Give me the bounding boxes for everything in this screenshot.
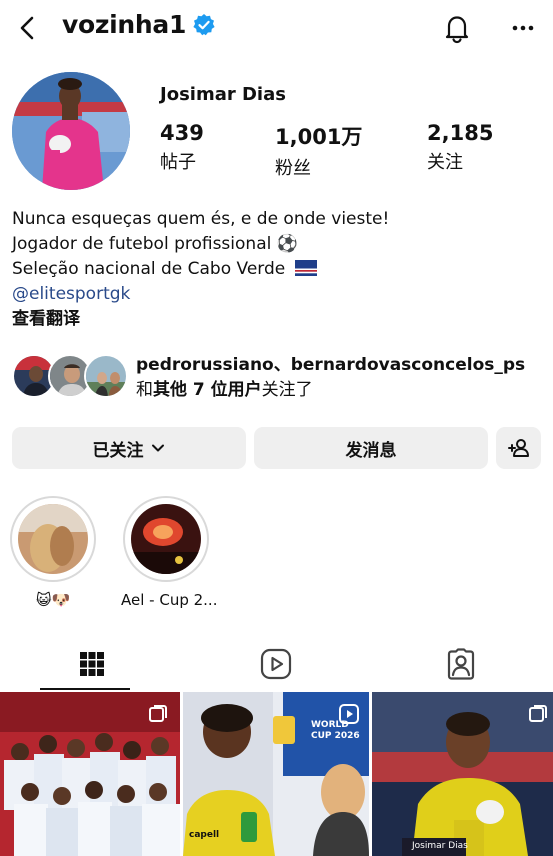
back-arrow-icon[interactable] [14, 14, 42, 42]
following-stat[interactable]: 2,185 关注 [427, 121, 493, 174]
verified-badge-icon [193, 13, 215, 35]
active-tab-indicator [40, 688, 130, 690]
post-thumbnail[interactable]: WORLD CUP 2026 capell [183, 692, 369, 856]
see-translation-link[interactable]: 查看翻译 [12, 307, 389, 332]
highlight-cover [18, 504, 88, 574]
bio-line-1: Nunca esqueças quem és, e de onde vieste… [12, 209, 390, 229]
bio-link[interactable]: @elitesportgk [12, 282, 389, 307]
chevron-down-icon [151, 444, 164, 452]
highlight-label: Ael - Cup 2... [121, 591, 218, 609]
story-highlight[interactable]: Ael - Cup 2... [121, 496, 218, 609]
followed-by-names: pedrorussiano、bernardovasconcelos_ps [136, 355, 526, 375]
username: vozinha1 [62, 10, 187, 39]
profile-avatar[interactable] [12, 72, 130, 190]
username-header: vozinha1 [62, 10, 216, 39]
bio-line-2: Jogador de futebol profissional ⚽ [12, 234, 298, 254]
multi-post-icon [529, 705, 547, 722]
followers-count: 1,001万 [275, 125, 363, 149]
message-button[interactable]: 发消息 [254, 427, 488, 469]
followed-by-prefix: 和 [136, 380, 153, 400]
post-thumbnail[interactable]: Josimar Dias [372, 692, 553, 856]
highlight-ring [10, 496, 96, 582]
tab-tagged[interactable] [369, 636, 553, 692]
grid-icon [80, 652, 104, 676]
following-button[interactable]: 已关注 [12, 427, 246, 469]
add-user-button[interactable] [496, 427, 541, 469]
reels-icon [260, 648, 292, 680]
followed-by[interactable]: pedrorussiano、bernardovasconcelos_ps 和其他… [12, 352, 542, 402]
bio-line-3: Seleção nacional de Cabo Verde [12, 257, 389, 282]
follower-avatar [84, 354, 128, 398]
post-brand-label: capell [189, 830, 220, 840]
tab-posts[interactable] [0, 636, 184, 692]
multi-post-icon [149, 705, 167, 722]
bio-line-3-text: Seleção nacional de Cabo Verde [12, 259, 286, 279]
posts-count: 439 [160, 121, 204, 145]
post-thumbnail[interactable] [0, 692, 180, 856]
highlight-label: 😺🐶 [35, 591, 71, 609]
post-caption: Josimar Dias [412, 841, 468, 851]
display-name: Josimar Dias [160, 84, 286, 105]
message-button-label: 发消息 [345, 440, 397, 461]
posts-label: 帖子 [160, 152, 196, 173]
profile-tabs [0, 636, 553, 692]
cape-verde-flag-icon [294, 260, 317, 276]
story-highlight[interactable]: 😺🐶 [8, 496, 98, 609]
following-label: 关注 [427, 152, 463, 173]
bell-icon[interactable] [440, 11, 474, 45]
following-count: 2,185 [427, 121, 494, 145]
highlight-cover [131, 504, 201, 574]
posts-grid: WORLD CUP 2026 capell Josimar Dias [0, 692, 553, 856]
add-user-icon [507, 439, 529, 457]
highlight-ring [123, 496, 209, 582]
top-bar: vozinha1 [0, 0, 553, 56]
bio: Nunca esqueças quem és, e de onde vieste… [12, 207, 389, 332]
posts-stat[interactable]: 439 帖子 [160, 121, 204, 174]
more-dots-icon[interactable] [506, 11, 540, 45]
reel-icon [339, 704, 359, 724]
followers-label: 粉丝 [275, 158, 311, 179]
followers-stat[interactable]: 1,001万 粉丝 [275, 121, 362, 180]
followed-by-others: 其他 7 位用户 [153, 380, 262, 400]
tab-reels[interactable] [184, 636, 368, 692]
followed-by-suffix: 关注了 [261, 380, 313, 400]
followed-by-summary: 和其他 7 位用户关注了 [136, 378, 525, 403]
tagged-icon [447, 648, 475, 680]
following-button-label: 已关注 [92, 440, 144, 461]
followed-by-text: pedrorussiano、bernardovasconcelos_ps 和其他… [136, 353, 525, 403]
